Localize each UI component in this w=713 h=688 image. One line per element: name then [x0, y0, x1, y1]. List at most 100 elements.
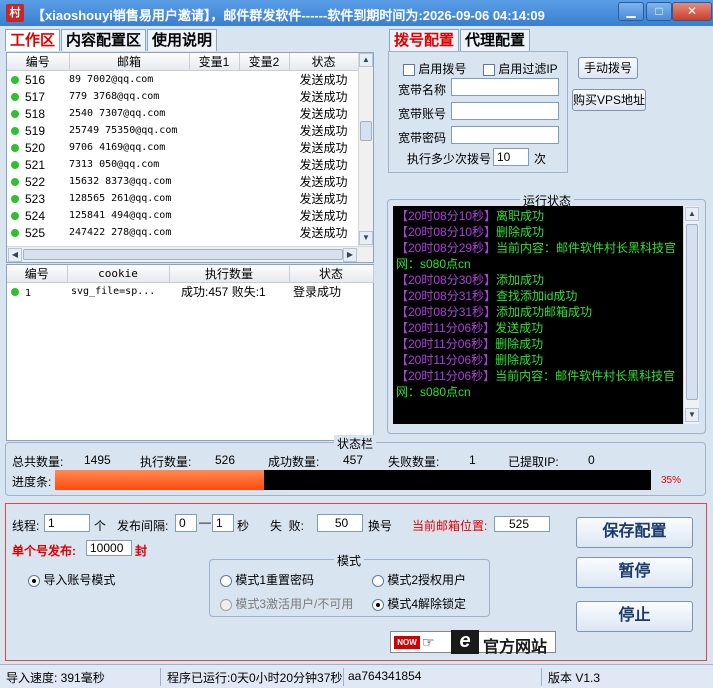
col-header-status[interactable]: 状态: [289, 53, 359, 71]
log-line: 【20时11分06秒】删除成功: [396, 337, 544, 351]
minimize-button[interactable]: ▁: [618, 2, 644, 21]
interval-max-input[interactable]: 1: [212, 514, 234, 532]
table-row[interactable]: 522 15632 8373@qq.com 发送成功: [7, 173, 358, 190]
table-row[interactable]: 1 svg_file=sp... 成功:457 败失:1 登录成功: [7, 283, 373, 301]
fail-value: 1: [469, 453, 476, 467]
scroll-left-icon[interactable]: ◀: [8, 248, 22, 262]
status-dot-icon: [11, 212, 19, 221]
table-row[interactable]: 521 7313 050@qq.com 发送成功: [7, 156, 358, 173]
cookie-table: 编号 cookie 执行数量 状态 1 svg_file=sp... 成功:45…: [7, 265, 374, 300]
table-row[interactable]: 524 125841 494@qq.com 发送成功: [7, 207, 358, 224]
log-line: 【20时08分31秒】添加成功邮箱成功: [396, 305, 593, 319]
enable-filter-ip-checkbox[interactable]: 启用过滤IP: [483, 60, 558, 77]
close-button[interactable]: ✕: [672, 2, 712, 21]
dial-every-input[interactable]: 10: [493, 148, 529, 166]
row-id: 516: [25, 72, 46, 87]
interval-min-input[interactable]: 0: [175, 514, 197, 532]
tab-content-config[interactable]: 内容配置区: [61, 29, 147, 51]
fail-switch-input[interactable]: 50: [317, 514, 363, 532]
status-dot-icon: [11, 195, 19, 204]
tab-instructions[interactable]: 使用说明: [147, 29, 218, 51]
table-row[interactable]: 517 779 3768@qq.com 发送成功: [7, 88, 358, 105]
scroll-thumb[interactable]: [686, 224, 698, 400]
status-dot-icon: [11, 110, 19, 119]
save-config-button[interactable]: 保存配置: [576, 517, 693, 548]
current-pos-label: 当前邮箱位置:: [412, 519, 488, 533]
scroll-right-icon[interactable]: ▶: [343, 248, 357, 262]
table-row[interactable]: 518 2540 7307@qq.com 发送成功: [7, 105, 358, 122]
table-row[interactable]: 525 247422 278@qq.com 发送成功: [7, 224, 358, 241]
scroll-thumb[interactable]: [360, 121, 372, 141]
row-status: 发送成功: [299, 175, 348, 189]
col-header-var1[interactable]: 变量1: [189, 53, 240, 71]
broadband-name-label: 宽带名称: [398, 83, 447, 97]
scroll-down-icon[interactable]: ▼: [359, 231, 373, 245]
radio-selected-icon[interactable]: [372, 598, 384, 611]
mode1-radio[interactable]: 模式1重置密码: [220, 571, 314, 588]
pause-button[interactable]: 暂停: [576, 557, 693, 588]
col-header-status[interactable]: 状态: [289, 265, 374, 283]
table-row[interactable]: 523 128565 261@qq.com 发送成功: [7, 190, 358, 207]
email-table-vscroll[interactable]: ▲ ▼: [358, 53, 373, 246]
hscroll-thumb[interactable]: [23, 249, 343, 260]
tab-workspace[interactable]: 工作区: [5, 29, 61, 51]
email-table-hscroll[interactable]: ◀ ▶: [7, 246, 373, 262]
col-header-id[interactable]: 编号: [7, 53, 70, 71]
status-dot-icon: [11, 127, 19, 136]
dial-config-panel: 启用拨号 启用过滤IP 宽带名称 宽带账号 宽带密码 执行多少次拨号 10 次: [388, 51, 568, 173]
row-email: 128565 261@qq.com: [69, 193, 172, 204]
official-site-banner[interactable]: NOW ☞ e 官方网站: [390, 630, 556, 656]
row-id: 518: [25, 106, 46, 121]
row-status: 发送成功: [299, 124, 348, 138]
mode4-radio[interactable]: 模式4解除锁定: [372, 595, 466, 612]
scroll-up-icon[interactable]: ▲: [359, 53, 373, 67]
email-table: 编号 邮箱 变量1 变量2 状态 516 89 7002@qq.com 发送成功 5…: [7, 53, 359, 241]
col-header-var2[interactable]: 变量2: [239, 53, 290, 71]
stop-button[interactable]: 停止: [576, 601, 693, 632]
checkbox-icon[interactable]: [403, 63, 415, 76]
current-pos-input[interactable]: 525: [494, 516, 550, 532]
radio-icon[interactable]: [220, 574, 232, 587]
tab-dial-config[interactable]: 拨号配置: [389, 29, 460, 51]
mode2-radio[interactable]: 模式2授权用户: [372, 571, 466, 588]
row-email: 15632 8373@qq.com: [69, 176, 172, 187]
radio-selected-icon[interactable]: [28, 574, 40, 587]
broadband-password-label: 宽带密码: [398, 131, 447, 145]
col-header-id[interactable]: 编号: [7, 265, 68, 283]
scroll-down-icon[interactable]: ▼: [685, 408, 699, 422]
left-tab-strip: 工作区 内容配置区 使用说明: [5, 29, 218, 51]
row-exec-count: 成功:457 败失:1: [181, 285, 266, 299]
single-publish-input[interactable]: 10000: [86, 540, 132, 556]
table-row[interactable]: 519 25749 75350@qq.com 发送成功: [7, 122, 358, 139]
scroll-up-icon[interactable]: ▲: [685, 207, 699, 221]
row-status: 发送成功: [299, 90, 348, 104]
run-status-log: 【20时08分10秒】离职成功 【20时08分10秒】删除成功 【20时08分2…: [393, 206, 683, 424]
tab-proxy-config[interactable]: 代理配置: [460, 29, 531, 51]
log-vscroll[interactable]: ▲ ▼: [683, 206, 699, 424]
enable-dial-checkbox[interactable]: 启用拨号: [403, 60, 466, 77]
broadband-name-input[interactable]: [451, 78, 559, 96]
checkbox-icon[interactable]: [483, 63, 495, 76]
total-label: 总共数量:: [12, 455, 64, 469]
radio-icon: [220, 598, 232, 611]
col-header-email[interactable]: 邮箱: [69, 53, 190, 71]
row-id: 524: [25, 208, 46, 223]
radio-icon[interactable]: [372, 574, 384, 587]
exec-label: 执行数量:: [140, 455, 192, 469]
row-status: 发送成功: [299, 226, 348, 240]
manual-dial-button[interactable]: 手动拨号: [578, 57, 638, 79]
maximize-button[interactable]: □: [646, 2, 672, 21]
import-mode-radio[interactable]: 导入账号模式: [28, 571, 115, 588]
status-dot-icon: [11, 93, 19, 102]
buy-vps-button[interactable]: 购买VPS地址: [572, 89, 646, 111]
broadband-account-input[interactable]: [451, 102, 559, 120]
table-row[interactable]: 520 9706 4169@qq.com 发送成功: [7, 139, 358, 156]
col-header-exec-count[interactable]: 执行数量: [169, 265, 290, 283]
table-row[interactable]: 516 89 7002@qq.com 发送成功: [7, 71, 358, 89]
window-title: 【xiaoshouyi销售易用户邀请】，邮件群发软件------软件到期时间为:…: [32, 8, 545, 23]
mode-group-title: 模式: [334, 552, 365, 569]
broadband-password-input[interactable]: [451, 126, 559, 144]
thread-input[interactable]: 1: [44, 514, 90, 532]
right-tab-strip: 拨号配置 代理配置: [389, 29, 531, 51]
col-header-cookie[interactable]: cookie: [67, 265, 170, 283]
